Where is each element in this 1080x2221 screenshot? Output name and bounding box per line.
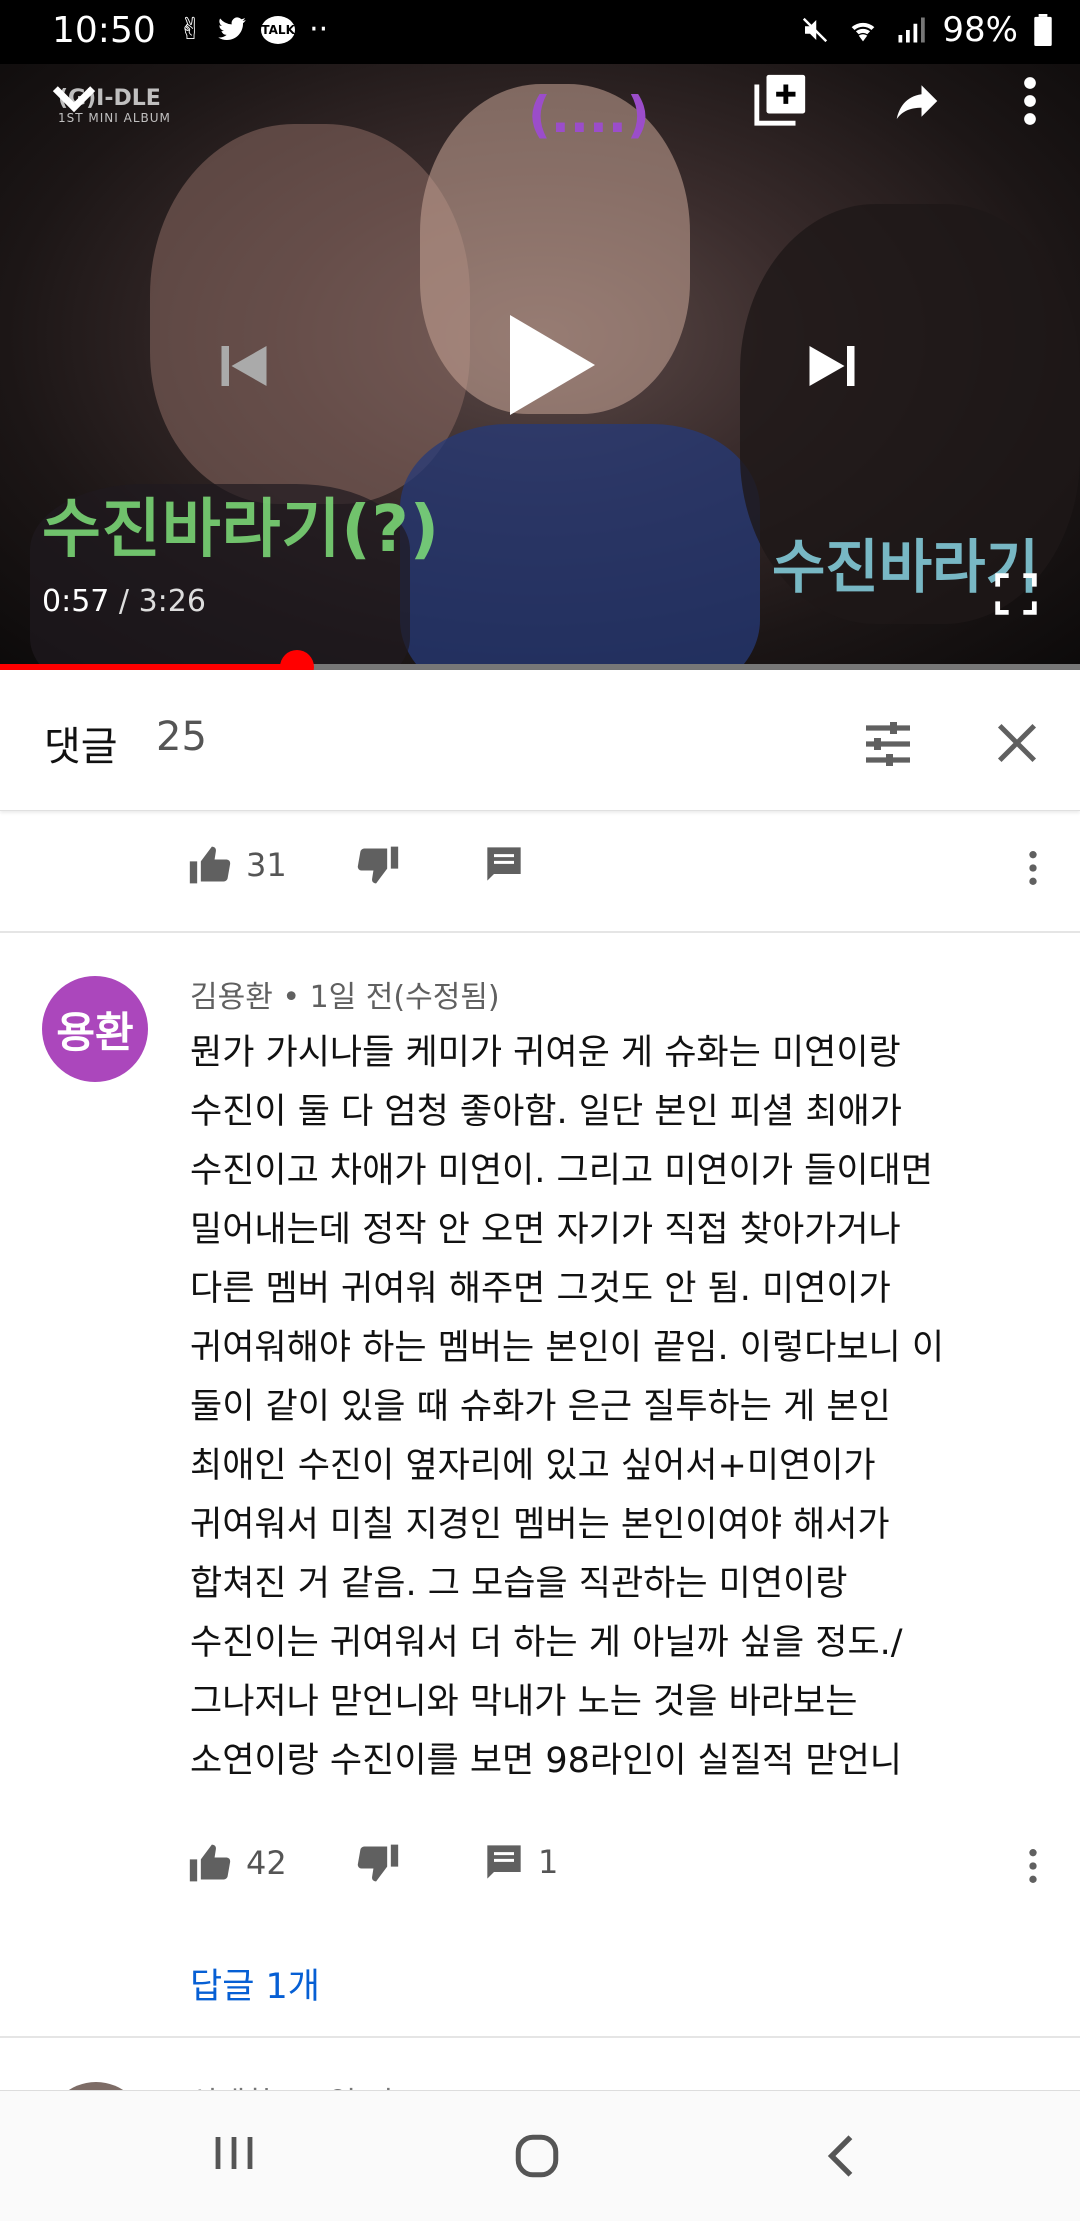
play-button[interactable] xyxy=(500,310,600,424)
share-button[interactable] xyxy=(890,74,944,132)
back-button[interactable] xyxy=(818,2131,862,2185)
more-vertical-icon xyxy=(1029,851,1037,885)
video-caption-left: 수진바라기(?) xyxy=(42,493,441,567)
video-more-button[interactable] xyxy=(1010,74,1050,132)
status-bar: 10:50 ✌ TALK ·· 98% xyxy=(0,0,1080,64)
close-comments-button[interactable] xyxy=(994,720,1040,770)
skip-next-icon xyxy=(809,346,855,386)
minimize-button[interactable] xyxy=(46,70,102,130)
time-separator: / xyxy=(109,584,139,619)
playlist-add-icon xyxy=(754,74,806,126)
more-vertical-icon xyxy=(1024,77,1036,125)
more-vertical-icon xyxy=(1029,1849,1037,1883)
reply-count: 1 xyxy=(538,1843,559,1881)
video-player[interactable]: (G)I-DLE 1ST MINI ALBUM (....) 수진바라기(?) … xyxy=(0,64,1080,670)
reply-button[interactable] xyxy=(484,844,524,884)
comment-actions: 31 xyxy=(0,832,1080,902)
add-to-playlist-button[interactable] xyxy=(752,70,810,132)
status-right: 98% xyxy=(800,10,1052,50)
home-button[interactable] xyxy=(512,2131,562,2185)
battery-icon xyxy=(1034,14,1052,46)
fullscreen-icon xyxy=(995,573,1037,615)
comment-actions: 42 1 xyxy=(0,1830,1080,1900)
comment-more-button[interactable] xyxy=(1018,848,1048,888)
current-time: 0:57 xyxy=(42,584,110,619)
comments-header: 댓글 25 xyxy=(0,670,1080,811)
view-replies-link[interactable]: 답글 1개 xyxy=(190,1958,320,2009)
status-time: 10:50 xyxy=(52,10,156,51)
comments-count: 25 xyxy=(156,714,207,760)
play-icon xyxy=(510,315,595,415)
recent-apps-button[interactable] xyxy=(210,2131,258,2179)
skip-previous-icon xyxy=(221,346,267,386)
like-count: 42 xyxy=(246,1844,287,1882)
comment-text: 뭔가 가시나들 케미가 귀여운 게 슈화는 미연이랑 수진이 둘 다 엄청 좋아… xyxy=(190,1033,945,1781)
comment-meta: 김용환 • 1일 전(수정됨) xyxy=(190,980,500,1015)
tune-icon xyxy=(866,722,910,766)
talk-icon: TALK xyxy=(261,15,296,44)
wifi-icon xyxy=(852,22,875,42)
avatar[interactable] xyxy=(46,2082,146,2090)
avatar[interactable]: 용환 xyxy=(42,976,148,1082)
recent-apps-icon xyxy=(215,2137,253,2169)
mute-icon xyxy=(803,17,828,43)
more-dots-icon: ·· xyxy=(309,12,329,47)
sort-comments-button[interactable] xyxy=(862,720,914,772)
system-nav-bar xyxy=(0,2090,1080,2221)
video-frame-figure xyxy=(150,124,470,504)
next-button[interactable] xyxy=(802,336,862,400)
reply-button[interactable]: 1 xyxy=(484,1842,558,1882)
comment-meta: 신태환 • 1일 전 xyxy=(190,2078,393,2090)
comments-title: 댓글 xyxy=(44,724,118,770)
next-comment-peek: 신태환 • 1일 전 xyxy=(0,2030,1080,2090)
comment-divider xyxy=(0,931,1080,933)
thumbs-down-icon xyxy=(357,846,399,884)
like-count: 31 xyxy=(246,846,287,884)
comment-more-button[interactable] xyxy=(1018,1846,1048,1886)
twitter-icon xyxy=(218,16,246,40)
thumbs-down-icon xyxy=(357,1844,399,1882)
back-chevron-icon xyxy=(827,2135,853,2177)
dislike-button[interactable] xyxy=(356,844,400,886)
dislike-button[interactable] xyxy=(356,1842,400,1884)
share-arrow-icon xyxy=(896,85,938,119)
thumbs-up-icon xyxy=(189,1844,231,1882)
like-button[interactable]: 42 xyxy=(188,1842,287,1884)
fullscreen-button[interactable] xyxy=(994,572,1038,620)
comment-icon xyxy=(487,847,521,881)
signal-icon xyxy=(898,17,926,43)
video-frame-figure xyxy=(400,424,760,670)
video-overlay-title: (....) xyxy=(528,86,650,144)
close-icon xyxy=(997,723,1037,763)
home-icon xyxy=(515,2134,559,2178)
thumbs-up-icon xyxy=(189,846,231,884)
battery-percent: 98% xyxy=(942,10,1018,50)
like-button[interactable]: 31 xyxy=(188,844,287,886)
victory-hand-icon: ✌ xyxy=(178,12,204,47)
chevron-down-icon xyxy=(52,86,96,113)
comment-icon xyxy=(487,1845,521,1879)
previous-button[interactable] xyxy=(214,336,274,400)
notification-icons: ✌ TALK ·· xyxy=(178,12,328,47)
duration: 3:26 xyxy=(138,584,206,619)
video-time: 0:57 / 3:26 xyxy=(42,584,206,619)
